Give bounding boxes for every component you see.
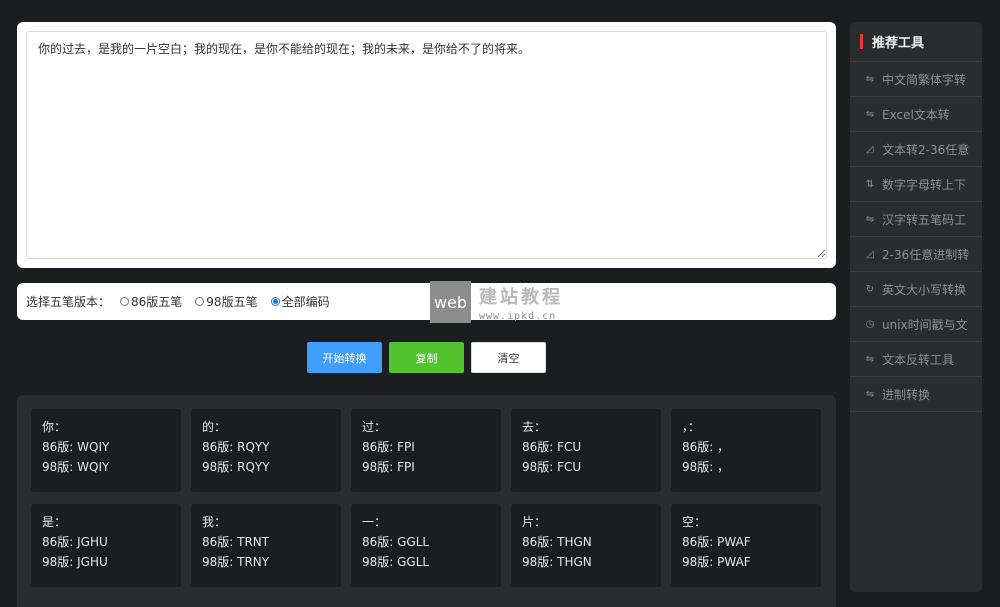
results-grid: 你： 86版: WQIY 98版: WQIY 的： 86版: RQYY 98版:… xyxy=(17,395,836,607)
refresh-icon: ↻ xyxy=(865,283,875,295)
radio-98[interactable]: 98版五笔 xyxy=(195,293,258,310)
radio-all-dot[interactable] xyxy=(270,297,280,306)
result-98: 98版: ， xyxy=(682,460,730,474)
convert-button[interactable]: 开始转换 xyxy=(307,342,382,373)
sidebar-item-label: 数字字母转上下 xyxy=(882,177,967,192)
result-char: 片： xyxy=(522,515,547,529)
result-86: 86版: WQIY xyxy=(42,440,110,454)
sidebar-item[interactable]: ◷ unix时间戳与文 xyxy=(850,307,982,342)
sidebar-item[interactable]: ⇅ 数字字母转上下 xyxy=(850,167,982,202)
sidebar-item-label: unix时间戳与文 xyxy=(882,317,968,332)
result-card: 的： 86版: RQYY 98版: RQYY xyxy=(191,409,341,492)
sidebar-item[interactable]: ↻ 英文大小写转换 xyxy=(850,272,982,307)
sidebar-accent-bar xyxy=(860,34,863,49)
sidebar-item[interactable]: ⇋ Excel文本转 xyxy=(850,97,982,132)
result-98: 98版: TRNY xyxy=(202,555,270,569)
radio-98-label: 98版五笔 xyxy=(206,295,258,309)
input-card: 你的过去，是我的一片空白；我的现在，是你不能给的现在；我的未来，是你给不了的将来… xyxy=(17,22,836,268)
sidebar-item[interactable]: ◿ 文本转2-36任意 xyxy=(850,132,982,167)
sidebar-item-label: 文本反转工具 xyxy=(882,352,955,367)
chart-icon: ◿ xyxy=(866,248,874,260)
sidebar-item[interactable]: ⇋ 进制转换 xyxy=(850,377,982,412)
result-char: 空： xyxy=(682,515,707,529)
result-86: 86版: RQYY xyxy=(202,440,270,454)
sidebar: 推荐工具 ⇋ 中文简繁体字转 ⇋ Excel文本转 ◿ 文本转2-36任意 ⇅ … xyxy=(850,22,982,592)
watermark-url: www.ipkd.cn xyxy=(479,310,557,322)
radio-all-label: 全部编码 xyxy=(281,295,330,309)
radio-86[interactable]: 86版五笔 xyxy=(120,293,182,310)
result-86: 86版: PWAF xyxy=(682,535,751,549)
result-char: ，： xyxy=(682,420,701,434)
result-86: 86版: ， xyxy=(682,440,730,454)
result-86: 86版: JGHU xyxy=(42,535,108,549)
result-card: 一： 86版: GGLL 98版: GGLL xyxy=(351,504,501,587)
result-card: 是： 86版: JGHU 98版: JGHU xyxy=(31,504,181,587)
chart-icon: ◿ xyxy=(866,143,874,155)
copy-button[interactable]: 复制 xyxy=(389,342,464,373)
result-card: 片： 86版: THGN 98版: THGN xyxy=(511,504,661,587)
radio-86-label: 86版五笔 xyxy=(131,295,183,309)
swap-icon: ⇋ xyxy=(865,353,875,365)
result-86: 86版: THGN xyxy=(522,535,592,549)
result-char: 过： xyxy=(362,420,387,434)
result-98: 98版: GGLL xyxy=(362,555,430,569)
result-86: 86版: FPI xyxy=(362,440,415,454)
result-98: 98版: JGHU xyxy=(42,555,108,569)
result-char: 你： xyxy=(42,420,67,434)
sidebar-item-label: 2-36任意进制转 xyxy=(882,247,970,262)
result-86: 86版: GGLL xyxy=(362,535,430,549)
result-char: 我： xyxy=(202,515,227,529)
result-card: 我： 86版: TRNT 98版: TRNY xyxy=(191,504,341,587)
sidebar-item[interactable]: ⇋ 中文简繁体字转 xyxy=(850,62,982,97)
radio-86-dot[interactable] xyxy=(120,297,130,306)
result-98: 98版: FCU xyxy=(522,460,582,474)
radio-98-dot[interactable] xyxy=(195,297,205,306)
sidebar-item-label: 文本转2-36任意 xyxy=(882,142,970,157)
result-char: 去： xyxy=(522,420,547,434)
result-98: 98版: WQIY xyxy=(42,460,110,474)
sort-icon: ⇅ xyxy=(865,178,875,190)
version-label: 选择五笔版本： xyxy=(26,295,111,309)
sidebar-header: 推荐工具 xyxy=(850,22,982,62)
sidebar-item-label: 英文大小写转换 xyxy=(882,282,967,297)
text-input[interactable]: 你的过去，是我的一片空白；我的现在，是你不能给的现在；我的未来，是你给不了的将来… xyxy=(26,31,827,259)
sidebar-item-label: 中文简繁体字转 xyxy=(882,72,967,87)
clear-button[interactable]: 清空 xyxy=(471,342,546,373)
sidebar-item[interactable]: ⇋ 文本反转工具 xyxy=(850,342,982,377)
result-86: 86版: FCU xyxy=(522,440,582,454)
sidebar-item-label: 汉字转五笔码工 xyxy=(882,212,967,227)
sidebar-item[interactable]: ◿ 2-36任意进制转 xyxy=(850,237,982,272)
result-char: 是： xyxy=(42,515,67,529)
result-char: 的： xyxy=(202,420,227,434)
swap-icon: ⇋ xyxy=(865,213,875,225)
result-card: 你： 86版: WQIY 98版: WQIY xyxy=(31,409,181,492)
result-card: ，： 86版: ， 98版: ， xyxy=(671,409,821,492)
watermark: web 建站教程 www.ipkd.cn xyxy=(430,281,563,323)
result-char: 一： xyxy=(362,515,387,529)
result-98: 98版: PWAF xyxy=(682,555,751,569)
swap-icon: ⇋ xyxy=(865,73,875,85)
sidebar-title: 推荐工具 xyxy=(872,36,925,51)
result-card: 过： 86版: FPI 98版: FPI xyxy=(351,409,501,492)
version-selector: 选择五笔版本： 86版五笔 98版五笔 全部编码 xyxy=(17,283,836,320)
result-card: 去： 86版: FCU 98版: FCU xyxy=(511,409,661,492)
swap-icon: ⇋ xyxy=(865,108,875,120)
result-86: 86版: TRNT xyxy=(202,535,270,549)
sidebar-item-label: Excel文本转 xyxy=(882,107,950,122)
sidebar-item[interactable]: ⇋ 汉字转五笔码工 xyxy=(850,202,982,237)
result-98: 98版: RQYY xyxy=(202,460,270,474)
result-98: 98版: FPI xyxy=(362,460,415,474)
radio-all[interactable]: 全部编码 xyxy=(270,293,330,310)
clock-icon: ◷ xyxy=(865,318,875,330)
watermark-title: 建站教程 xyxy=(479,286,563,308)
result-card: 空： 86版: PWAF 98版: PWAF xyxy=(671,504,821,587)
watermark-logo: web xyxy=(430,281,471,323)
result-98: 98版: THGN xyxy=(522,555,592,569)
swap-icon: ⇋ xyxy=(865,388,875,400)
sidebar-item-label: 进制转换 xyxy=(882,387,931,402)
